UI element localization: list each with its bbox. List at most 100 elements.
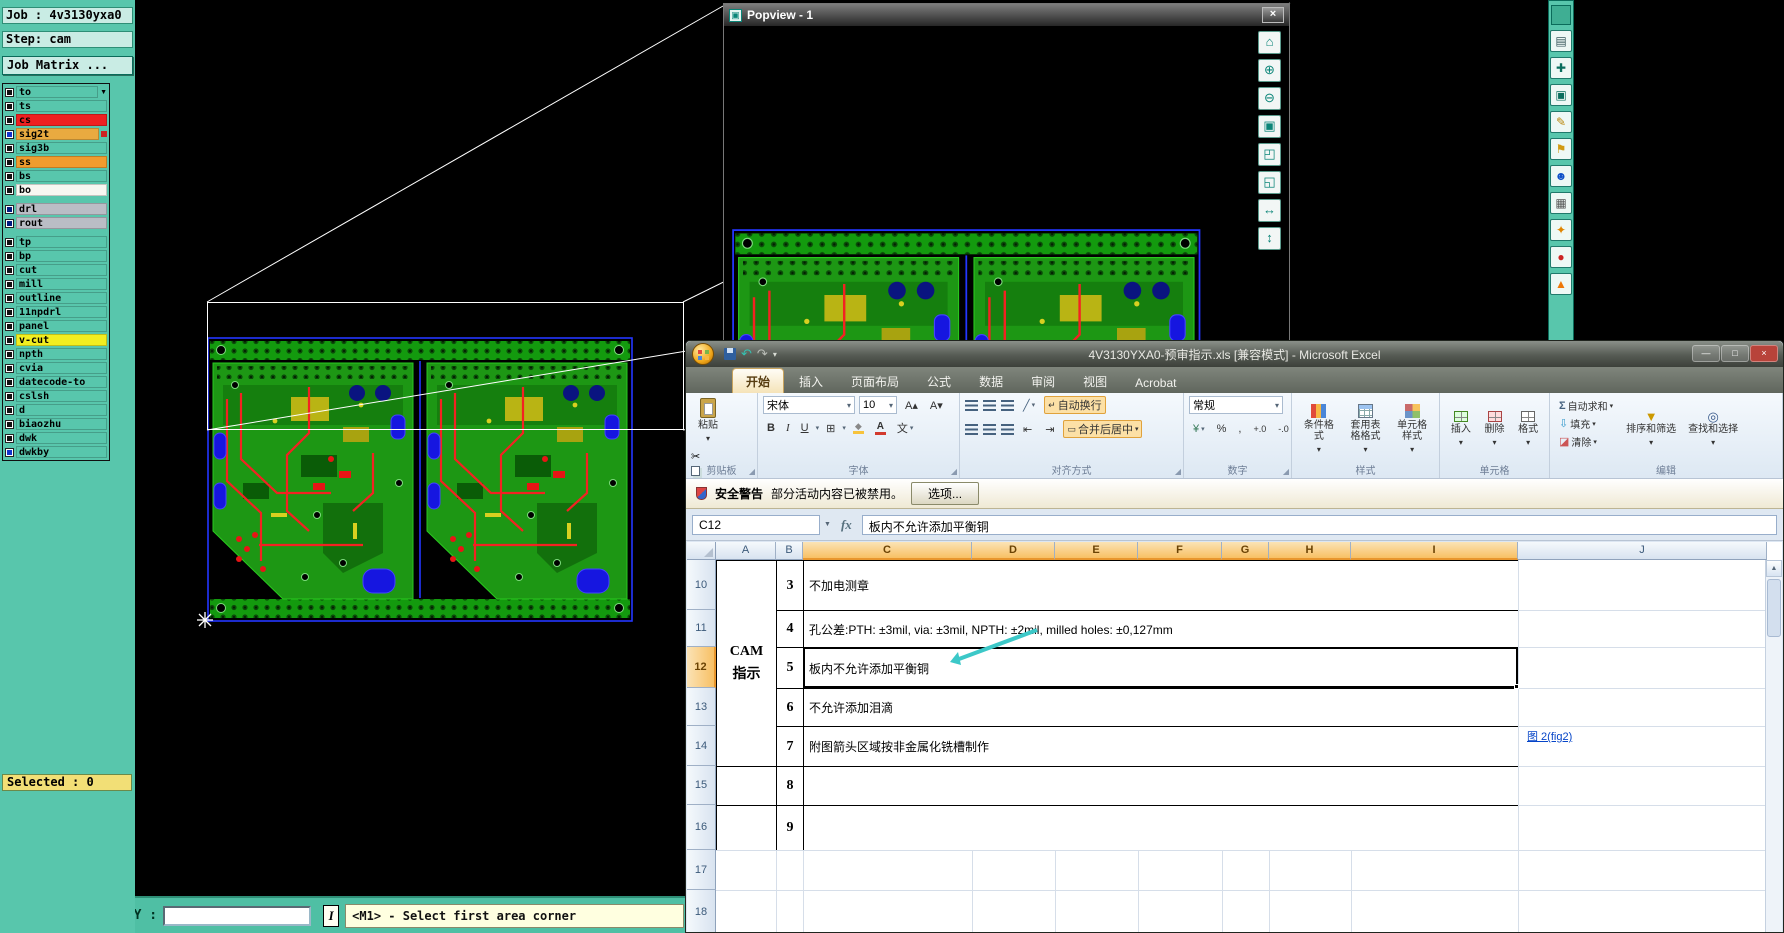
cell-item-number[interactable]: 5 [776, 647, 803, 688]
font-size-select[interactable]: 10 ▾ [859, 396, 897, 414]
name-box[interactable]: C12 [692, 514, 820, 535]
warning-tool-icon[interactable]: ▲ [1550, 273, 1572, 295]
pan-topleft-icon[interactable]: ◰ [1258, 143, 1281, 166]
font-color-icon[interactable]: A [871, 419, 890, 437]
close-button[interactable]: × [1750, 345, 1778, 362]
column-header-d[interactable]: D [972, 542, 1055, 560]
row-header-18[interactable]: 18 [687, 890, 716, 932]
scroll-up-icon[interactable]: ▲ [1766, 560, 1782, 577]
popview-close-button[interactable]: × [1262, 7, 1284, 23]
cell-instruction[interactable]: 孔公差:PTH: ±3mil, via: ±3mil, NPTH: ±2mil,… [803, 610, 1518, 647]
layer-row-cut[interactable]: cut [4, 263, 108, 277]
cell-item-number[interactable]: 8 [776, 766, 803, 805]
row-header-17[interactable]: 17 [687, 850, 716, 890]
select-all-corner[interactable] [687, 542, 716, 560]
layer-row-mill[interactable]: mill [4, 277, 108, 291]
autosum-button[interactable]: Σ 自动求和 ▾ [1555, 398, 1617, 414]
column-header-f[interactable]: F [1138, 542, 1222, 560]
decrease-indent-icon[interactable]: ⇤ [1019, 420, 1036, 438]
cell-styles-button[interactable]: 单元格样式 ▾ [1390, 396, 1434, 463]
layer-row-datecode-to[interactable]: datecode-to [4, 375, 108, 389]
marker-tool-icon[interactable]: ● [1550, 246, 1572, 268]
row-header-14[interactable]: 14 [687, 726, 716, 766]
cell-instruction[interactable]: 附图箭头区域按非金属化铣槽制作 [803, 726, 1518, 766]
fill-button[interactable]: ⇩ 填充 ▾ [1555, 416, 1617, 431]
align-bottom-icon[interactable] [1001, 399, 1014, 411]
increase-decimal-icon[interactable]: +.0 [1249, 420, 1270, 438]
security-options-button[interactable]: 选项... [911, 482, 980, 505]
row-header-15[interactable]: 15 [687, 766, 716, 805]
column-header-b[interactable]: B [776, 542, 803, 560]
fill-color-icon[interactable]: ◆ [849, 419, 868, 437]
column-header-i[interactable]: I [1351, 542, 1518, 560]
vertical-scrollbar[interactable]: ▲ [1765, 560, 1782, 932]
column-header-g[interactable]: G [1222, 542, 1269, 560]
dialog-launcher-icon[interactable]: ◢ [951, 468, 957, 476]
row-header-12[interactable]: 12 [687, 647, 716, 688]
highlight-tool-icon[interactable]: ✦ [1550, 219, 1572, 241]
cell-item-number[interactable]: 6 [776, 688, 803, 726]
layer-checkbox[interactable] [5, 129, 14, 139]
layer-checkbox[interactable] [5, 405, 14, 415]
layer-row-11npdrl[interactable]: 11npdrl [4, 305, 108, 319]
cell-item-number[interactable]: 7 [776, 726, 803, 766]
dialog-launcher-icon[interactable]: ◢ [1175, 468, 1181, 476]
layer-checkbox[interactable] [5, 265, 14, 275]
percent-style-icon[interactable]: % [1213, 420, 1231, 438]
layer-checkbox[interactable] [5, 87, 14, 97]
job-matrix-button[interactable]: Job Matrix ... [2, 56, 133, 75]
undo-icon[interactable]: ↶ [741, 346, 752, 362]
worksheet[interactable]: A B C D E F G H I J 10 11 12 13 14 15 16… [687, 542, 1782, 932]
layer-checkbox[interactable] [5, 237, 14, 247]
layer-row-dwk[interactable]: dwk [4, 431, 108, 445]
conditional-formatting-button[interactable]: 条件格式 ▾ [1297, 396, 1341, 463]
tab-formulas[interactable]: 公式 [914, 369, 964, 393]
layer-row-d[interactable]: d [4, 403, 108, 417]
layer-checkbox[interactable] [5, 218, 14, 228]
cell-item-number[interactable]: 3 [776, 560, 803, 610]
office-button-icon[interactable] [692, 343, 714, 365]
layer-row-cvia[interactable]: cvia [4, 361, 108, 375]
layer-checkbox[interactable] [5, 335, 14, 345]
layer-row-sig2t[interactable]: sig2t [4, 127, 108, 141]
layer-checkbox[interactable] [5, 204, 14, 214]
tab-acrobat[interactable]: Acrobat [1122, 372, 1189, 393]
popview-titlebar[interactable]: ▣ Popview - 1 × [724, 4, 1289, 26]
font-name-select[interactable]: 宋体 ▾ [763, 396, 855, 414]
layer-checkbox[interactable] [5, 101, 14, 111]
xy-input[interactable] [163, 905, 312, 926]
format-as-table-button[interactable]: 套用表格格式 ▾ [1343, 396, 1389, 463]
number-format-select[interactable]: 常规 ▾ [1189, 396, 1283, 414]
decrease-decimal-icon[interactable]: -.0 [1274, 420, 1293, 438]
minimize-button[interactable]: — [1692, 345, 1720, 362]
row-header-10[interactable]: 10 [687, 560, 716, 610]
accounting-format-icon[interactable]: ¥ ▾ [1189, 420, 1209, 438]
row-header-11[interactable]: 11 [687, 610, 716, 647]
edit-tool-icon[interactable]: ✎ [1550, 111, 1572, 133]
layer-checkbox[interactable] [5, 185, 14, 195]
layer-checkbox[interactable] [5, 171, 14, 181]
home-icon[interactable]: ⌂ [1258, 31, 1281, 54]
fit-view-icon[interactable]: ▣ [1258, 115, 1281, 138]
find-select-button[interactable]: ◎ 查找和选择 ▾ [1685, 396, 1741, 463]
layer-row-tp[interactable]: tp [4, 235, 108, 249]
column-header-e[interactable]: E [1055, 542, 1138, 560]
flag-tool-icon[interactable]: ⚑ [1550, 138, 1572, 160]
cell-item-number[interactable]: 4 [776, 610, 803, 647]
row-header-13[interactable]: 13 [687, 688, 716, 726]
tab-data[interactable]: 数据 [966, 369, 1016, 393]
cell-item-number[interactable]: 9 [776, 805, 803, 850]
layer-checkbox[interactable] [5, 157, 14, 167]
layer-row-cs[interactable]: cs [4, 113, 108, 127]
tab-view[interactable]: 视图 [1070, 369, 1120, 393]
save-icon[interactable] [724, 348, 736, 360]
dialog-launcher-icon[interactable]: ◢ [1283, 468, 1289, 476]
layer-row-dwkby[interactable]: dwkby [4, 445, 108, 459]
column-header-c[interactable]: C [803, 542, 972, 560]
excel-titlebar[interactable]: ↶ ↷ ▾ 4V3130YXA0-预审指示.xls [兼容模式] - Micro… [686, 341, 1783, 367]
grow-font-icon[interactable]: A▴ [901, 396, 922, 414]
increase-indent-icon[interactable]: ⇥ [1041, 420, 1058, 438]
add-tool-icon[interactable]: ✚ [1550, 57, 1572, 79]
info-button[interactable]: I [323, 904, 340, 927]
layers-tool-icon[interactable]: ▤ [1550, 30, 1572, 52]
